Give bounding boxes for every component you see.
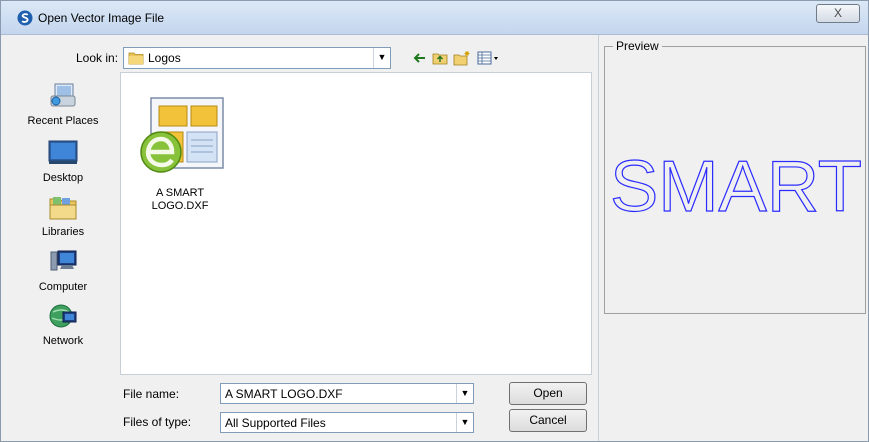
network-icon [49, 304, 77, 328]
chevron-down-icon[interactable]: ▼ [456, 413, 473, 432]
view-menu-icon[interactable] [477, 50, 501, 66]
preview-image: SMART [609, 151, 862, 221]
file-name-line: LOGO.DXF [151, 200, 209, 212]
window-title: Open Vector Image File [38, 11, 165, 25]
open-file-dialog: Open Vector Image File X Look in: Logos … [0, 0, 869, 442]
file-name-label: File name: [123, 387, 180, 401]
folder-icon [128, 52, 144, 65]
computer-icon [50, 250, 77, 271]
dxf-file-icon [140, 97, 224, 173]
place-label: Recent Places [27, 115, 99, 127]
preview-logo-text: SMART [610, 151, 862, 221]
new-folder-icon[interactable] [453, 50, 471, 66]
recent-places-icon [50, 83, 76, 107]
list-item[interactable]: A SMART LOGO.DXF [134, 94, 226, 213]
place-recent-places[interactable]: Recent Places [10, 82, 116, 127]
place-label: Libraries [41, 226, 85, 238]
file-name-text: A SMART LOGO.DXF [134, 187, 226, 213]
place-libraries[interactable]: Libraries [10, 193, 116, 238]
place-label: Network [42, 335, 84, 347]
close-icon: X [833, 6, 842, 20]
file-name-value: A SMART LOGO.DXF [225, 387, 343, 401]
file-type-label: Files of type: [123, 415, 192, 429]
look-in-dropdown[interactable]: Logos ▼ [123, 47, 391, 69]
file-name-field[interactable]: A SMART LOGO.DXF ▼ [220, 383, 474, 404]
place-network[interactable]: Network [10, 302, 116, 347]
back-arrow-icon[interactable] [413, 50, 427, 66]
chevron-down-icon[interactable]: ▼ [373, 48, 390, 68]
place-desktop[interactable]: Desktop [10, 139, 116, 184]
places-bar: Recent Places Desktop Libraries Computer… [10, 76, 116, 376]
chevron-down-icon[interactable]: ▼ [456, 384, 473, 403]
file-name-line: A SMART [155, 187, 205, 199]
file-type-value: All Supported Files [225, 416, 326, 430]
open-button[interactable]: Open [509, 382, 587, 405]
place-label: Desktop [42, 172, 84, 184]
place-label: Computer [38, 281, 88, 293]
up-folder-icon[interactable] [432, 50, 448, 66]
close-button[interactable]: X [816, 4, 860, 23]
app-logo-icon [17, 10, 33, 26]
file-list[interactable]: A SMART LOGO.DXF [120, 72, 592, 375]
pane-divider [598, 35, 599, 441]
file-type-select[interactable]: All Supported Files ▼ [220, 412, 474, 433]
place-computer[interactable]: Computer [10, 248, 116, 293]
look-in-value: Logos [148, 51, 181, 65]
title-bar[interactable]: Open Vector Image File X [1, 1, 868, 35]
preview-label: Preview [613, 39, 662, 53]
desktop-icon [48, 140, 78, 164]
libraries-icon [49, 197, 77, 220]
look-in-label: Look in: [76, 51, 119, 65]
cancel-button[interactable]: Cancel [509, 409, 587, 432]
